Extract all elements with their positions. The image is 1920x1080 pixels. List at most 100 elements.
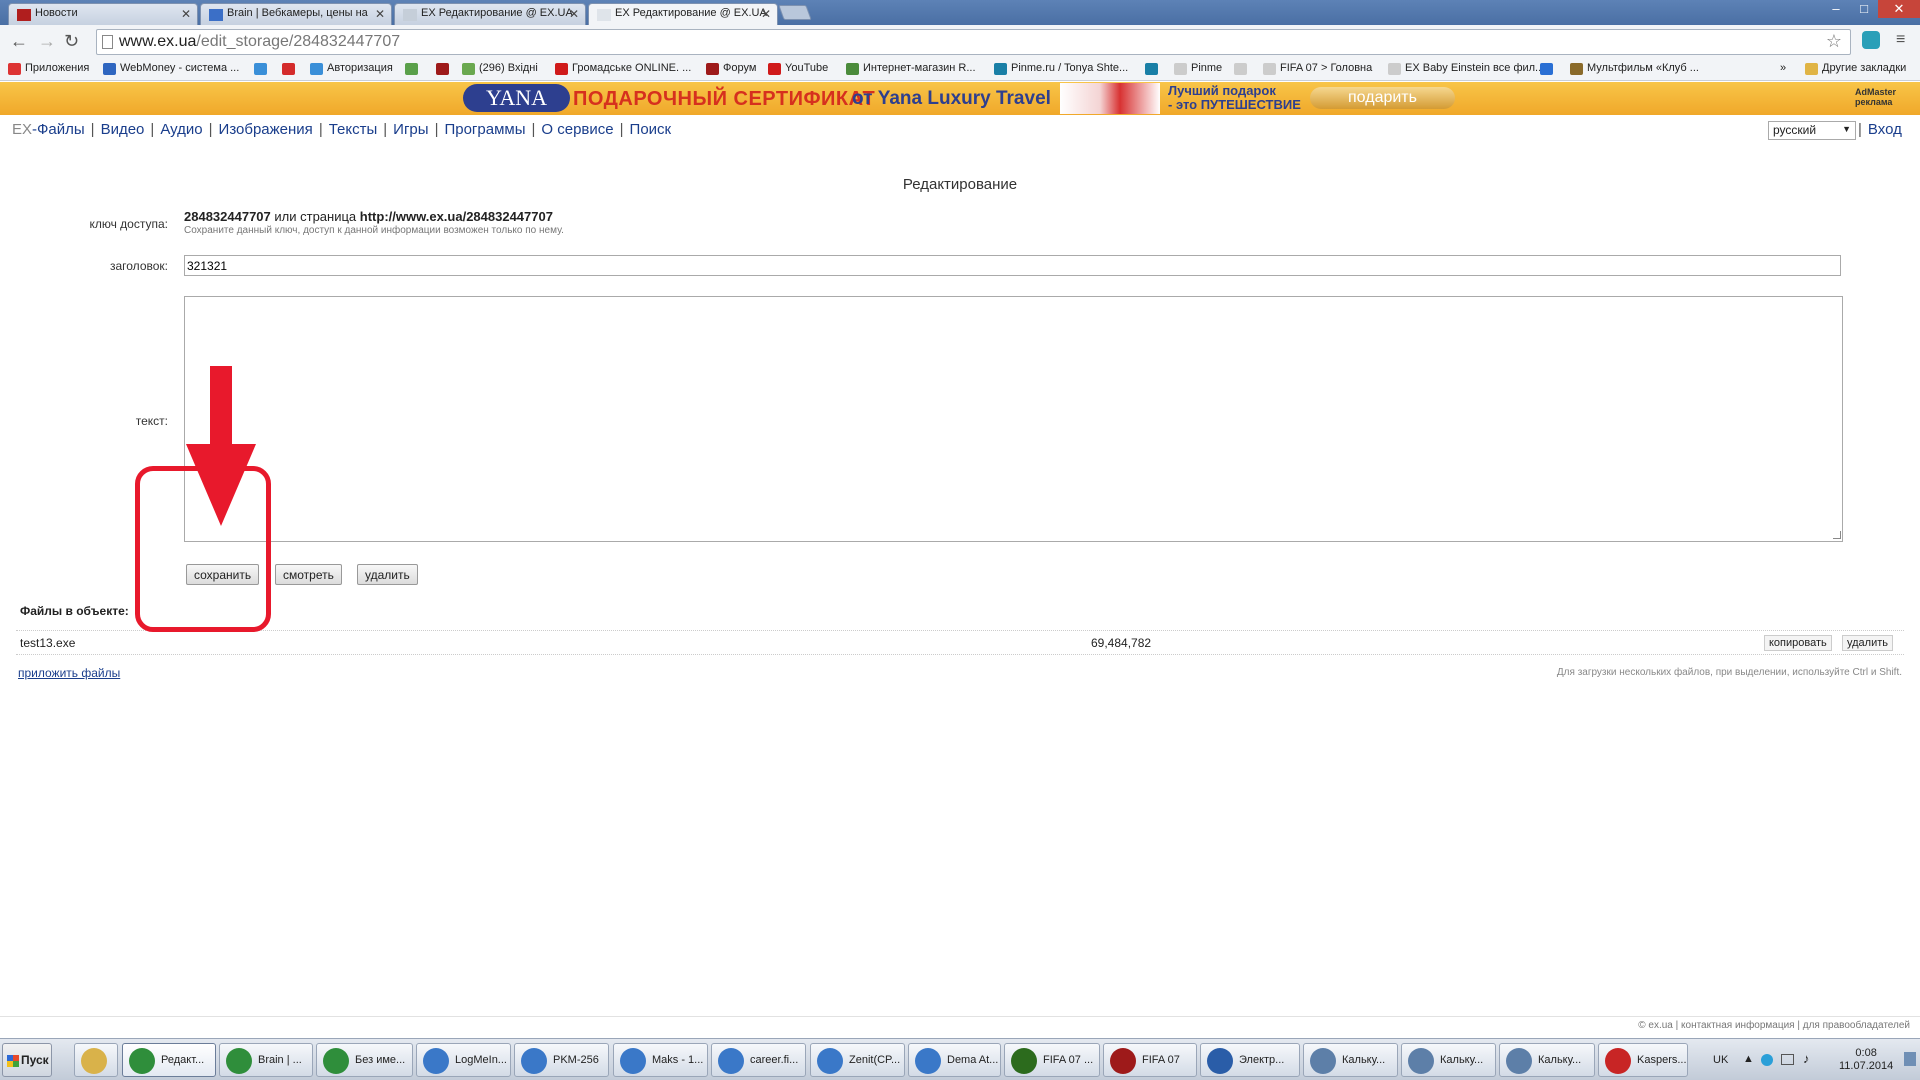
bookmark-item[interactable]: Pinme.ru / Tonya Shte... [994,62,1128,75]
nav-audio[interactable]: Аудио [160,121,202,138]
clock[interactable]: 0:08 11.07.2014 [1839,1047,1893,1073]
tab-close-icon[interactable]: ✕ [569,7,579,21]
maximize-button[interactable]: □ [1850,0,1878,18]
table-row: test13.exe 69,484,782 копировать удалить [16,630,1904,655]
bookmark-item[interactable]: WebMoney - система ... [103,62,239,75]
taskbar-item[interactable] [74,1043,118,1077]
file-name[interactable]: test13.exe [20,636,75,650]
show-desktop-icon[interactable] [1904,1052,1916,1066]
taskbar-item[interactable]: Кальку... [1401,1043,1496,1077]
nav-video[interactable]: Видео [101,121,145,138]
bookmark-item[interactable]: EX Baby Einstein все фил... [1388,62,1544,75]
minimize-button[interactable]: – [1822,0,1850,18]
bookmark-item[interactable]: Мультфильм «Клуб ... [1570,62,1699,75]
volume-icon[interactable]: ♪ [1803,1051,1810,1066]
tab-strip: Новости ✕ Brain | Вебкамеры, цены на ✕ E… [0,0,1920,26]
taskbar-item[interactable]: Maks - 1... [613,1043,708,1077]
nav-files[interactable]: -Файлы [32,121,85,138]
bookmark-star-icon[interactable]: ☆ [1826,31,1842,52]
bookmark-favicon-icon [282,63,295,75]
bookmark-item[interactable]: Авторизация [310,62,393,75]
admaster-line-2: реклама [1855,97,1893,107]
menu-icon[interactable]: ≡ [1896,31,1905,49]
attach-files-link[interactable]: приложить файлы [18,666,120,680]
taskbar-item[interactable]: LogMeIn... [416,1043,511,1077]
tab-close-icon[interactable]: ✕ [761,7,771,21]
tab-brain[interactable]: Brain | Вебкамеры, цены на ✕ [200,3,392,25]
tab-ex-edit-1[interactable]: EX Редактирование @ EX.UA ✕ [394,3,586,25]
bookmark-favicon-icon [1263,63,1276,75]
bookmark-item[interactable]: » [1780,62,1786,74]
address-bar[interactable]: www.ex.ua/edit_storage/284832447707 ☆ [96,29,1851,55]
back-arrow-icon[interactable]: ← [10,31,28,52]
view-button[interactable]: смотреть [275,564,342,585]
title-input[interactable] [184,255,1841,276]
taskbar-item[interactable]: Kaspers... [1598,1043,1688,1077]
taskbar-item[interactable]: career.fi... [711,1043,806,1077]
delete-file-button[interactable]: удалить [1842,635,1894,651]
resize-handle-icon[interactable] [1833,531,1841,539]
tab-close-icon[interactable]: ✕ [375,7,385,21]
tray-expand-icon[interactable]: ▲ [1743,1053,1754,1065]
tab-novosti[interactable]: Новости ✕ [8,3,198,25]
nav-separator: | [1858,121,1862,138]
nav-search[interactable]: Поиск [630,121,672,138]
forward-arrow-icon[interactable]: → [38,31,56,52]
site-logo[interactable]: EX [12,121,32,138]
taskbar-item[interactable]: FIFA 07 ... [1004,1043,1100,1077]
start-button[interactable]: Пуск [2,1043,52,1077]
language-select[interactable]: русский ▼ [1768,121,1856,140]
close-window-button[interactable]: ✕ [1878,0,1920,18]
login-link[interactable]: Вход [1868,121,1902,138]
nav-images[interactable]: Изображения [219,121,313,138]
taskbar-item[interactable]: Dema At... [908,1043,1001,1077]
taskbar-item[interactable]: Электр... [1200,1043,1300,1077]
bookmark-item[interactable]: Другие закладки [1805,62,1906,75]
bookmark-item[interactable]: Громадське ONLINE. ... [555,62,691,75]
taskbar-item-label: FIFA 07 [1142,1054,1180,1066]
display-icon[interactable] [1781,1054,1794,1065]
bookmark-item[interactable]: Форум [706,62,756,75]
network-icon[interactable] [1761,1054,1773,1066]
bookmark-item[interactable]: Pinme [1174,62,1222,75]
nav-texts[interactable]: Тексты [329,121,378,138]
upload-hint: Для загрузки нескольких файлов, при выде… [1556,667,1902,678]
banner-subtitle: Лучший подарок - это ПУТЕШЕСТВИЕ [1168,84,1301,112]
nav-about[interactable]: О сервисе [541,121,613,138]
taskbar-item[interactable]: Редакт... [122,1043,216,1077]
taskbar-app-icon [1408,1048,1434,1074]
taskbar-item[interactable]: Zenit(CP... [810,1043,905,1077]
reload-icon[interactable]: ↻ [64,31,79,52]
bookmark-favicon-icon [994,63,1007,75]
taskbar-item[interactable]: PKM-256 [514,1043,609,1077]
tab-close-icon[interactable]: ✕ [181,7,191,21]
bookmark-item[interactable]: FIFA 07 > Головна [1263,62,1372,75]
taskbar-item[interactable]: Без име... [316,1043,413,1077]
nav-programs[interactable]: Программы [444,121,525,138]
files-heading: Файлы в объекте: [20,604,129,618]
taskbar-app-icon [1011,1048,1037,1074]
input-language-indicator[interactable]: UK [1713,1054,1728,1066]
delete-button[interactable]: удалить [357,564,418,585]
url-host: www.ex.ua [119,33,197,50]
bookmark-favicon-icon [405,63,418,75]
banner-gift-button[interactable]: подарить [1310,87,1455,109]
copy-file-button[interactable]: копировать [1764,635,1832,651]
admaster-label: AdMaster реклама [1855,87,1896,107]
bookmark-item[interactable]: Приложения [8,62,89,75]
new-tab-button[interactable] [778,5,812,20]
tab-ex-edit-active[interactable]: EX Редактирование @ EX.UA ✕ [588,3,778,26]
nav-games[interactable]: Игры [393,121,428,138]
ad-banner[interactable]: YANA ПОДАРОЧНЫЙ СЕРТИФИКАТ от Yana Luxur… [0,82,1920,115]
taskbar-item[interactable]: Кальку... [1303,1043,1398,1077]
taskbar-item[interactable]: Кальку... [1499,1043,1595,1077]
windows-logo-icon [7,1055,19,1067]
taskbar-item[interactable]: FIFA 07 [1103,1043,1197,1077]
text-textarea[interactable] [184,296,1843,542]
taskbar-app-icon [1506,1048,1532,1074]
bookmark-item[interactable]: Интернет-магазин R... [846,62,976,75]
taskbar-item[interactable]: Brain | ... [219,1043,313,1077]
bookmark-item[interactable]: (296) Вхідні [462,62,538,75]
extension-icon[interactable] [1862,31,1880,49]
bookmark-item[interactable]: YouTube [768,62,828,75]
